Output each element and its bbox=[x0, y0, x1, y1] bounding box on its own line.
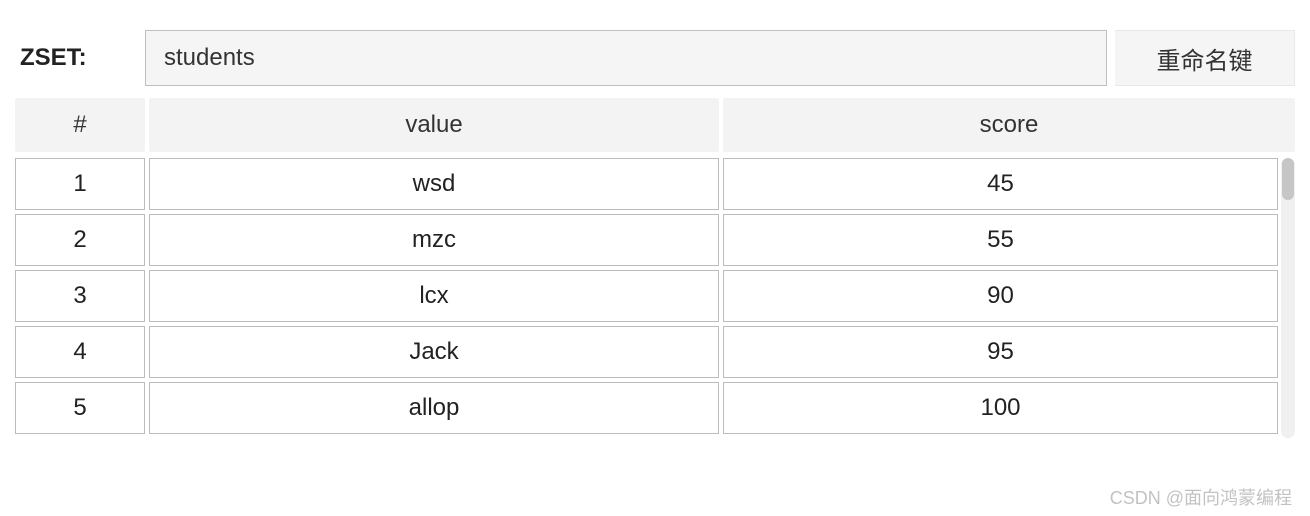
cell-score: 90 bbox=[723, 270, 1278, 322]
column-header-score[interactable]: score bbox=[723, 98, 1295, 152]
cell-index: 5 bbox=[15, 382, 145, 434]
table-row[interactable]: 2 mzc 55 bbox=[15, 214, 1278, 266]
cell-score: 100 bbox=[723, 382, 1278, 434]
cell-value: allop bbox=[149, 382, 719, 434]
cell-index: 3 bbox=[15, 270, 145, 322]
column-header-value[interactable]: value bbox=[149, 98, 719, 152]
column-header-index[interactable]: # bbox=[15, 98, 145, 152]
cell-score: 95 bbox=[723, 326, 1278, 378]
table-row[interactable]: 5 allop 100 bbox=[15, 382, 1278, 434]
cell-score: 55 bbox=[723, 214, 1278, 266]
table-row[interactable]: 4 Jack 95 bbox=[15, 326, 1278, 378]
cell-value: Jack bbox=[149, 326, 719, 378]
key-name-input[interactable] bbox=[145, 30, 1107, 86]
cell-index: 4 bbox=[15, 326, 145, 378]
watermark-text: CSDN @面向鸿蒙编程 bbox=[1110, 484, 1292, 510]
zset-table: # value score 1 wsd 45 2 mzc 55 3 lcx 90… bbox=[0, 98, 1310, 438]
key-type-label: ZSET: bbox=[15, 44, 145, 72]
table-header-row: # value score bbox=[15, 98, 1295, 152]
cell-value: wsd bbox=[149, 158, 719, 210]
key-header-bar: ZSET: 重命名键 bbox=[0, 0, 1310, 98]
vertical-scrollbar[interactable] bbox=[1281, 158, 1295, 438]
cell-index: 1 bbox=[15, 158, 145, 210]
table-row[interactable]: 3 lcx 90 bbox=[15, 270, 1278, 322]
cell-value: mzc bbox=[149, 214, 719, 266]
cell-index: 2 bbox=[15, 214, 145, 266]
table-row[interactable]: 1 wsd 45 bbox=[15, 158, 1278, 210]
table-body: 1 wsd 45 2 mzc 55 3 lcx 90 4 Jack 95 5 a bbox=[15, 158, 1278, 438]
cell-value: lcx bbox=[149, 270, 719, 322]
rename-key-button[interactable]: 重命名键 bbox=[1115, 30, 1295, 86]
cell-score: 45 bbox=[723, 158, 1278, 210]
scrollbar-thumb[interactable] bbox=[1282, 158, 1294, 200]
